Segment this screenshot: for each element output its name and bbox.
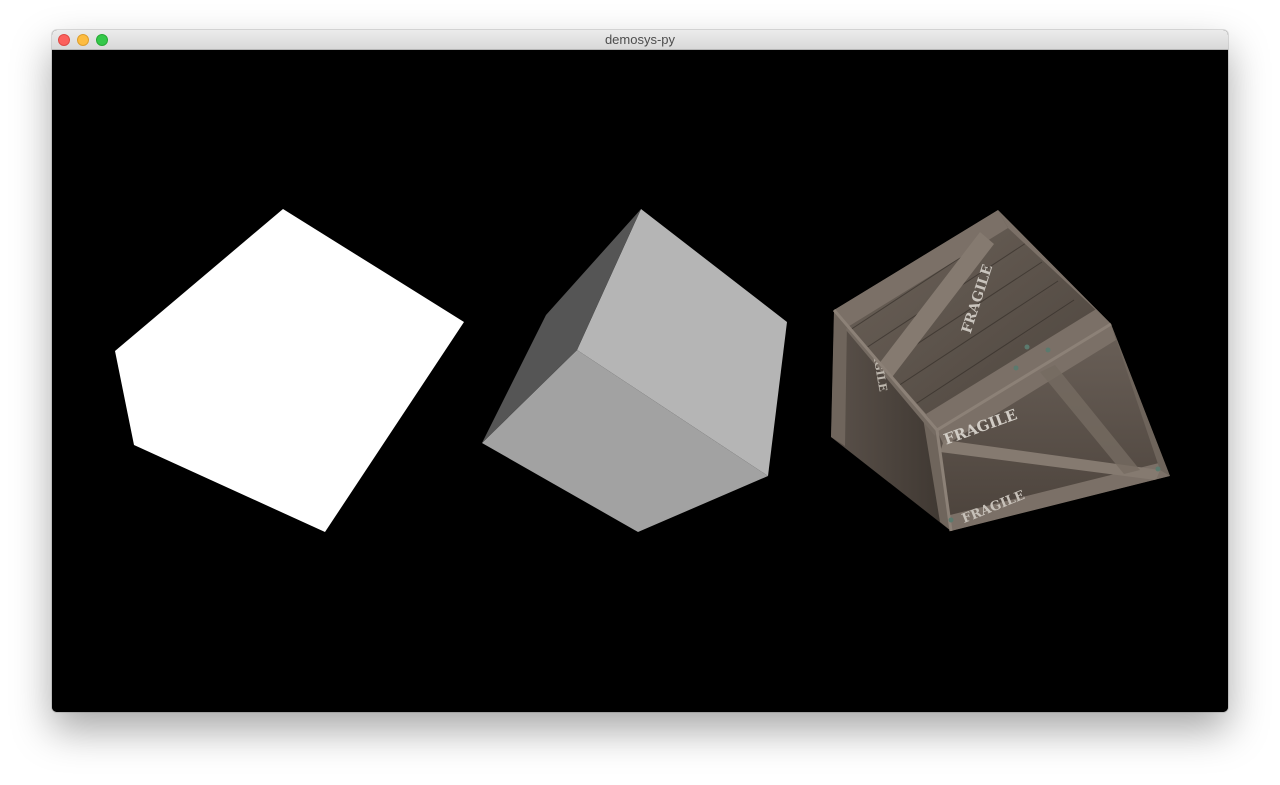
scene-canvas: FRAGILE FRAGILE FRAGILE FRAGILE [115,209,1170,532]
flat-cube [115,209,464,532]
render-viewport[interactable]: FRAGILE FRAGILE FRAGILE FRAGILE [52,50,1228,712]
shaded-cube [482,209,787,532]
app-window: demosys-py FRAGILE FRAGILE FRAGILE FRAGI… [52,30,1228,712]
textured-crate-cube: FRAGILE FRAGILE FRAGILE FRAGILE [831,210,1170,532]
